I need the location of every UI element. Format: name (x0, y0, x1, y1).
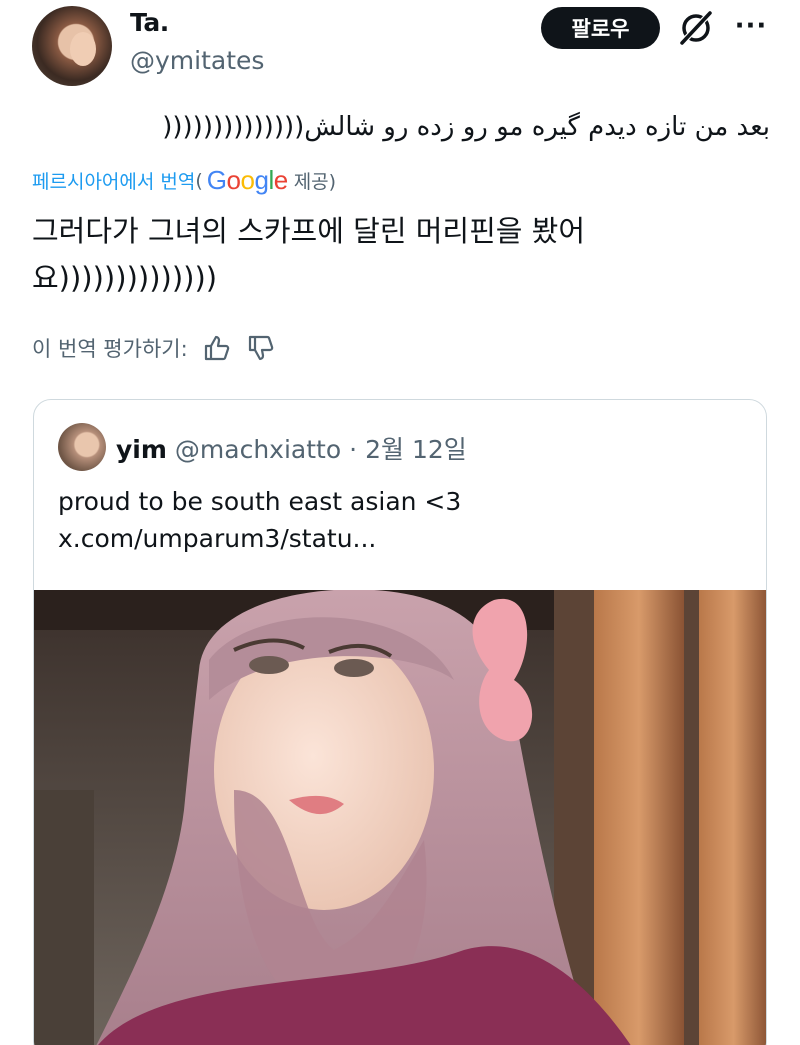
tweet-original-text: بعد من تازه دیدم گیره مو رو زده رو شالش(… (162, 112, 770, 142)
thumbs-down-icon[interactable] (246, 333, 276, 363)
tweet-translated-text: 그러다가 그녀의 스카프에 달린 머리핀을 봤어요)))))))))))))) (32, 214, 586, 295)
follow-button[interactable]: 팔로우 (541, 7, 660, 49)
rate-label: 이 번역 평가하기: (32, 337, 188, 361)
google-logo: Google (207, 165, 288, 196)
quoted-tweet-text: proud to be south east asian <3 x.com/um… (58, 483, 738, 557)
google-letter: o (240, 165, 255, 195)
quoted-tweet-photo[interactable] (34, 590, 767, 1045)
google-letter: e (273, 165, 288, 195)
quoted-tweet[interactable]: yim @machxiatto · 2월 12일 proud to be sou… (33, 399, 767, 1045)
translation-attribution: 페르시아어에서 번역 ( Google 제공) (32, 165, 336, 196)
rate-translation: 이 번역 평가하기: (32, 333, 276, 363)
grok-icon[interactable] (676, 8, 716, 48)
author-avatar[interactable] (32, 6, 112, 86)
separator-dot: · (349, 435, 358, 464)
quoted-tweet-date[interactable]: 2월 12일 (365, 430, 467, 466)
thumbs-up-icon[interactable] (202, 333, 232, 363)
google-letter: g (254, 165, 269, 195)
quoted-tweet-header: yim @machxiatto · 2월 12일 (116, 430, 467, 466)
quoted-text-line: proud to be south east asian <3 (58, 487, 462, 516)
provided-label: 제공) (293, 171, 337, 193)
quoted-author-name[interactable]: yim (116, 435, 167, 464)
open-paren: ( (195, 169, 203, 192)
quoted-author-handle[interactable]: @machxiatto (175, 435, 341, 464)
translated-from-link[interactable]: 페르시아어에서 번역 (32, 167, 195, 194)
google-letter: G (206, 165, 227, 195)
quoted-link[interactable]: x.com/umparum3/statu... (58, 520, 738, 557)
google-letter: o (226, 165, 241, 195)
quoted-author-avatar[interactable] (58, 423, 106, 471)
author-display-name[interactable]: Ta. (130, 8, 169, 37)
author-handle[interactable]: @ymitates (130, 46, 264, 75)
more-icon[interactable]: ··· (733, 12, 769, 42)
